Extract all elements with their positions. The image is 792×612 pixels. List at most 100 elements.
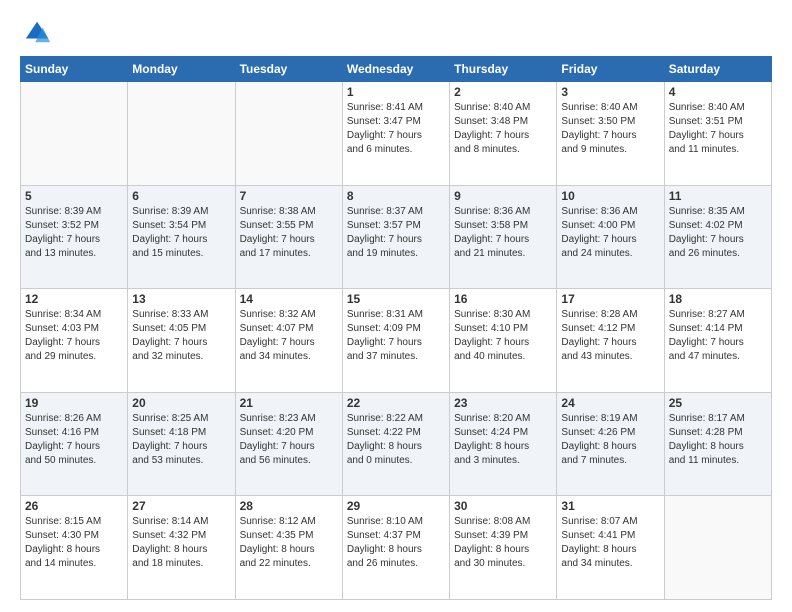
calendar-cell-1-1	[21, 82, 128, 186]
calendar-cell-2-5: 9 Sunrise: 8:36 AM Sunset: 3:58 PM Daylig…	[450, 185, 557, 289]
calendar-cell-5-3: 28 Sunrise: 8:12 AM Sunset: 4:35 PM Dayli…	[235, 496, 342, 600]
day-number: 26	[25, 499, 123, 513]
day-info: Sunrise: 8:35 AM Sunset: 4:02 PM Dayligh…	[669, 205, 767, 261]
calendar-cell-3-1: 12 Sunrise: 8:34 AM Sunset: 4:03 PM Dayli…	[21, 289, 128, 393]
day-info: Sunrise: 8:40 AM Sunset: 3:51 PM Dayligh…	[669, 101, 767, 157]
day-info: Sunrise: 8:36 AM Sunset: 3:58 PM Dayligh…	[454, 205, 552, 261]
page: SundayMondayTuesdayWednesdayThursdayFrid…	[0, 0, 792, 612]
day-number: 19	[25, 396, 123, 410]
calendar-cell-2-1: 5 Sunrise: 8:39 AM Sunset: 3:52 PM Daylig…	[21, 185, 128, 289]
calendar-cell-4-7: 25 Sunrise: 8:17 AM Sunset: 4:28 PM Dayli…	[664, 392, 771, 496]
day-number: 18	[669, 292, 767, 306]
day-info: Sunrise: 8:32 AM Sunset: 4:07 PM Dayligh…	[240, 308, 338, 364]
week-row-1: 1 Sunrise: 8:41 AM Sunset: 3:47 PM Daylig…	[21, 82, 772, 186]
day-number: 28	[240, 499, 338, 513]
calendar-cell-5-5: 30Sunrise: 8:08 AM Sunset: 4:39 PM Dayli…	[450, 496, 557, 600]
calendar-cell-5-1: 26 Sunrise: 8:15 AM Sunset: 4:30 PM Dayli…	[21, 496, 128, 600]
day-info: Sunrise: 8:23 AM Sunset: 4:20 PM Dayligh…	[240, 412, 338, 468]
calendar-cell-3-5: 16 Sunrise: 8:30 AM Sunset: 4:10 PM Dayli…	[450, 289, 557, 393]
weekday-header-friday: Friday	[557, 57, 664, 82]
day-info: Sunrise: 8:12 AM Sunset: 4:35 PM Dayligh…	[240, 515, 338, 571]
day-number: 27	[132, 499, 230, 513]
calendar-cell-4-3: 21Sunrise: 8:23 AM Sunset: 4:20 PM Dayli…	[235, 392, 342, 496]
calendar-cell-2-7: 11 Sunrise: 8:35 AM Sunset: 4:02 PM Dayli…	[664, 185, 771, 289]
day-info: Sunrise: 8:40 AM Sunset: 3:48 PM Dayligh…	[454, 101, 552, 157]
day-info: Sunrise: 8:15 AM Sunset: 4:30 PM Dayligh…	[25, 515, 123, 571]
calendar-cell-3-6: 17 Sunrise: 8:28 AM Sunset: 4:12 PM Dayli…	[557, 289, 664, 393]
day-info: Sunrise: 8:07 AM Sunset: 4:41 PM Dayligh…	[561, 515, 659, 571]
day-number: 17	[561, 292, 659, 306]
day-number: 22	[347, 396, 445, 410]
day-number: 14	[240, 292, 338, 306]
day-number: 31	[561, 499, 659, 513]
day-info: Sunrise: 8:39 AM Sunset: 3:54 PM Dayligh…	[132, 205, 230, 261]
calendar-cell-3-4: 15Sunrise: 8:31 AM Sunset: 4:09 PM Dayli…	[342, 289, 449, 393]
weekday-header-thursday: Thursday	[450, 57, 557, 82]
day-info: Sunrise: 8:22 AM Sunset: 4:22 PM Dayligh…	[347, 412, 445, 468]
weekday-header-monday: Monday	[128, 57, 235, 82]
day-info: Sunrise: 8:31 AM Sunset: 4:09 PM Dayligh…	[347, 308, 445, 364]
calendar-cell-2-3: 7 Sunrise: 8:38 AM Sunset: 3:55 PM Daylig…	[235, 185, 342, 289]
day-info: Sunrise: 8:36 AM Sunset: 4:00 PM Dayligh…	[561, 205, 659, 261]
day-info: Sunrise: 8:41 AM Sunset: 3:47 PM Dayligh…	[347, 101, 445, 157]
calendar-table: SundayMondayTuesdayWednesdayThursdayFrid…	[20, 56, 772, 600]
day-number: 9	[454, 189, 552, 203]
calendar-cell-4-1: 19 Sunrise: 8:26 AM Sunset: 4:16 PM Dayli…	[21, 392, 128, 496]
calendar-cell-4-2: 20Sunrise: 8:25 AM Sunset: 4:18 PM Dayli…	[128, 392, 235, 496]
weekday-header-sunday: Sunday	[21, 57, 128, 82]
day-number: 12	[25, 292, 123, 306]
day-number: 16	[454, 292, 552, 306]
weekday-header-saturday: Saturday	[664, 57, 771, 82]
day-info: Sunrise: 8:14 AM Sunset: 4:32 PM Dayligh…	[132, 515, 230, 571]
day-number: 13	[132, 292, 230, 306]
day-info: Sunrise: 8:28 AM Sunset: 4:12 PM Dayligh…	[561, 308, 659, 364]
day-info: Sunrise: 8:17 AM Sunset: 4:28 PM Dayligh…	[669, 412, 767, 468]
day-info: Sunrise: 8:40 AM Sunset: 3:50 PM Dayligh…	[561, 101, 659, 157]
calendar-cell-2-2: 6 Sunrise: 8:39 AM Sunset: 3:54 PM Daylig…	[128, 185, 235, 289]
day-number: 8	[347, 189, 445, 203]
calendar-cell-1-5: 2 Sunrise: 8:40 AM Sunset: 3:48 PM Daylig…	[450, 82, 557, 186]
day-info: Sunrise: 8:39 AM Sunset: 3:52 PM Dayligh…	[25, 205, 123, 261]
calendar-cell-2-6: 10 Sunrise: 8:36 AM Sunset: 4:00 PM Dayli…	[557, 185, 664, 289]
header	[20, 18, 772, 46]
day-number: 23	[454, 396, 552, 410]
day-number: 2	[454, 85, 552, 99]
calendar-cell-5-7	[664, 496, 771, 600]
day-info: Sunrise: 8:10 AM Sunset: 4:37 PM Dayligh…	[347, 515, 445, 571]
day-number: 5	[25, 189, 123, 203]
day-info: Sunrise: 8:37 AM Sunset: 3:57 PM Dayligh…	[347, 205, 445, 261]
calendar-cell-3-2: 13 Sunrise: 8:33 AM Sunset: 4:05 PM Dayli…	[128, 289, 235, 393]
calendar-cell-1-6: 3 Sunrise: 8:40 AM Sunset: 3:50 PM Daylig…	[557, 82, 664, 186]
day-number: 1	[347, 85, 445, 99]
logo	[20, 18, 52, 46]
calendar-cell-4-4: 22 Sunrise: 8:22 AM Sunset: 4:22 PM Dayli…	[342, 392, 449, 496]
day-number: 25	[669, 396, 767, 410]
logo-icon	[24, 18, 52, 46]
day-info: Sunrise: 8:38 AM Sunset: 3:55 PM Dayligh…	[240, 205, 338, 261]
day-number: 3	[561, 85, 659, 99]
calendar-cell-4-6: 24 Sunrise: 8:19 AM Sunset: 4:26 PM Dayli…	[557, 392, 664, 496]
day-number: 10	[561, 189, 659, 203]
week-row-2: 5 Sunrise: 8:39 AM Sunset: 3:52 PM Daylig…	[21, 185, 772, 289]
calendar-cell-3-3: 14 Sunrise: 8:32 AM Sunset: 4:07 PM Dayli…	[235, 289, 342, 393]
day-number: 6	[132, 189, 230, 203]
calendar-cell-1-3	[235, 82, 342, 186]
day-info: Sunrise: 8:30 AM Sunset: 4:10 PM Dayligh…	[454, 308, 552, 364]
day-number: 11	[669, 189, 767, 203]
day-number: 4	[669, 85, 767, 99]
calendar-cell-5-6: 31 Sunrise: 8:07 AM Sunset: 4:41 PM Dayli…	[557, 496, 664, 600]
day-number: 30	[454, 499, 552, 513]
day-info: Sunrise: 8:26 AM Sunset: 4:16 PM Dayligh…	[25, 412, 123, 468]
day-info: Sunrise: 8:34 AM Sunset: 4:03 PM Dayligh…	[25, 308, 123, 364]
day-number: 24	[561, 396, 659, 410]
calendar-cell-5-4: 29Sunrise: 8:10 AM Sunset: 4:37 PM Dayli…	[342, 496, 449, 600]
weekday-header-wednesday: Wednesday	[342, 57, 449, 82]
day-info: Sunrise: 8:33 AM Sunset: 4:05 PM Dayligh…	[132, 308, 230, 364]
week-row-5: 26 Sunrise: 8:15 AM Sunset: 4:30 PM Dayli…	[21, 496, 772, 600]
calendar-cell-5-2: 27 Sunrise: 8:14 AM Sunset: 4:32 PM Dayli…	[128, 496, 235, 600]
day-number: 7	[240, 189, 338, 203]
calendar-cell-1-2	[128, 82, 235, 186]
day-info: Sunrise: 8:25 AM Sunset: 4:18 PM Dayligh…	[132, 412, 230, 468]
day-info: Sunrise: 8:19 AM Sunset: 4:26 PM Dayligh…	[561, 412, 659, 468]
calendar-cell-2-4: 8 Sunrise: 8:37 AM Sunset: 3:57 PM Daylig…	[342, 185, 449, 289]
